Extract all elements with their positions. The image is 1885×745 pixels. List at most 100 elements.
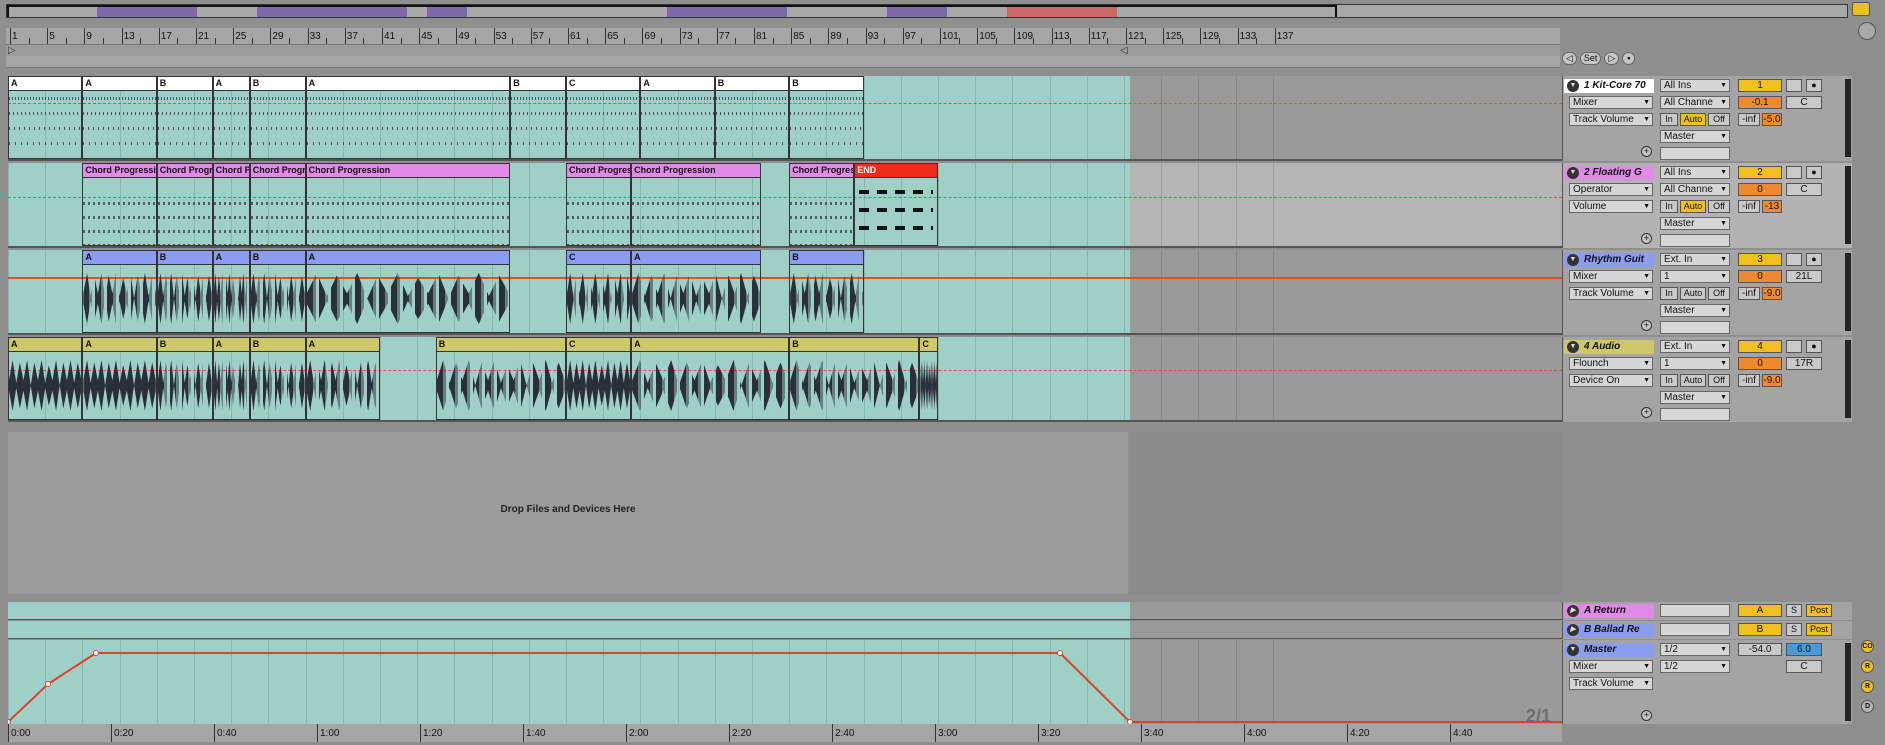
clip[interactable]: B [789,76,864,159]
input-channel-chooser[interactable]: All Channe [1660,183,1730,196]
clip[interactable]: END [854,163,938,246]
parameter-chooser[interactable]: Device On [1569,374,1653,387]
output-chooser[interactable]: Master [1660,217,1730,230]
monitor-auto-button[interactable]: Auto [1680,287,1706,300]
solo-button[interactable] [1786,79,1802,92]
clip[interactable]: A [305,250,511,333]
lane-active-region[interactable] [8,602,1130,620]
clip[interactable]: A [631,337,790,420]
clip[interactable]: A [212,76,250,159]
clip[interactable]: B [435,337,566,420]
locator-row[interactable] [6,56,1560,68]
monitor-off-button[interactable]: Off [1708,287,1730,300]
pan-slider[interactable]: C [1786,660,1822,673]
fold-toggle-icon[interactable]: ▶ [1567,624,1579,636]
clip[interactable]: C [566,250,632,333]
device-chooser[interactable]: Flounch [1569,357,1653,370]
device-chooser[interactable]: Mixer [1569,660,1653,673]
clip[interactable]: Chord Progression [305,163,511,246]
volume-slider[interactable]: -0.1 [1738,96,1782,109]
track-lane[interactable]: ABABACAB [8,250,1562,335]
lane-inactive-region[interactable] [1130,337,1562,422]
arrangement-overview[interactable] [6,4,1848,18]
clip[interactable]: B [789,337,920,420]
lane-inactive-region[interactable] [1130,250,1562,335]
add-automation-lane-icon[interactable]: + [1641,407,1652,418]
clip[interactable]: C [566,337,632,420]
clip[interactable]: A [640,76,715,159]
fold-toggle-icon[interactable]: ▼ [1567,167,1579,179]
arm-button-icon[interactable]: ● [1806,166,1822,179]
clip[interactable]: Chord Progression [82,163,157,246]
clip[interactable]: B [249,337,306,420]
monitor-auto-button[interactable]: Auto [1680,200,1706,213]
fold-toggle-icon[interactable]: ▶ [1567,605,1579,617]
parameter-chooser[interactable]: Track Volume [1569,113,1653,126]
volume-slider[interactable]: 0 [1738,357,1782,370]
master-automation-envelope[interactable] [8,640,1562,724]
add-automation-lane-icon[interactable]: + [1641,233,1652,244]
input-type-chooser[interactable]: Ext. In [1660,253,1730,266]
loop-bar[interactable]: ▷ ◁ [6,44,1560,56]
return-activator[interactable]: B [1738,623,1782,636]
lane-inactive-region[interactable] [1130,163,1562,248]
clip[interactable]: B [789,250,864,333]
master-volume[interactable]: 6.0 [1786,643,1822,656]
track-name[interactable]: ▼ 2 Floating G [1564,166,1654,180]
clip[interactable]: A [8,337,83,420]
device-chooser[interactable]: Mixer [1569,96,1653,109]
solo-button[interactable]: S [1786,623,1802,636]
device-chooser[interactable]: Mixer [1569,270,1653,283]
clip[interactable]: A [8,76,83,159]
input-channel-chooser[interactable]: 1 [1660,270,1730,283]
output-channel-chooser[interactable] [1660,408,1730,421]
loop-start-marker-icon[interactable]: ▷ [8,45,16,56]
fold-toggle-icon[interactable]: ▼ [1567,80,1579,92]
clip[interactable]: B [156,76,213,159]
cue-volume[interactable]: -54.0 [1738,643,1782,656]
cue-out-chooser[interactable]: 1/2 [1660,643,1730,656]
scroll-handle-icon[interactable] [1858,22,1876,40]
pan-slider[interactable]: C [1786,183,1822,196]
return-name[interactable]: ▶ B Ballad Re [1564,623,1654,637]
drop-zone[interactable]: Drop Files and Devices Here [8,432,1128,594]
arm-button-icon[interactable]: ● [1806,253,1822,266]
overview-visible-range[interactable] [7,5,1337,17]
loop-end-marker-icon[interactable]: ◁ [1120,45,1128,56]
return-lane[interactable] [8,602,1562,620]
track-lane[interactable]: AABABABCABC [8,337,1562,422]
side-toggle-button[interactable]: R [1861,660,1874,673]
automation-breakpoint[interactable] [1057,650,1063,656]
clip[interactable]: B [249,76,306,159]
track-name[interactable]: ▼ Rhythm Guit [1564,253,1654,267]
bar-ruler[interactable]: 1 5 9 13 17 21 25 29 33 37 41 45 49 53 57 61 65 69 73 77 81 8… [6,28,1560,44]
parameter-chooser[interactable]: Track Volume [1569,677,1653,690]
monitor-in-button[interactable]: In [1660,287,1678,300]
clip[interactable]: A [212,337,250,420]
automation-breakpoint[interactable] [45,681,51,687]
track-name[interactable]: ▼ 1 Kit-Core 70 [1564,79,1654,93]
output-channel-chooser[interactable] [1660,321,1730,334]
clip[interactable]: A [212,250,250,333]
fold-toggle-icon[interactable]: ▼ [1567,254,1579,266]
input-channel-chooser[interactable]: All Channe [1660,96,1730,109]
clip[interactable]: A [305,76,511,159]
return-input[interactable] [1660,623,1730,636]
master-out-chooser[interactable]: 1/2 [1660,660,1730,673]
monitor-off-button[interactable]: Off [1708,200,1730,213]
master-lane[interactable] [8,640,1562,724]
add-automation-lane-icon[interactable]: + [1641,710,1652,721]
input-type-chooser[interactable]: All Ins [1660,79,1730,92]
return-input[interactable] [1660,604,1730,617]
return-activator[interactable]: A [1738,604,1782,617]
clip[interactable]: B [249,250,306,333]
add-automation-lane-icon[interactable]: + [1641,146,1652,157]
lane-active-region[interactable] [8,621,1130,639]
clip[interactable]: A [82,76,157,159]
track-name[interactable]: ▼ 4 Audio [1564,340,1654,354]
clip[interactable]: Chord Progres [249,163,306,246]
parameter-chooser[interactable]: Volume [1569,200,1653,213]
input-channel-chooser[interactable]: 1 [1660,357,1730,370]
track-lane[interactable]: Chord ProgressionChord ProgresChord PrCh… [8,163,1562,248]
clip[interactable]: B [714,76,790,159]
